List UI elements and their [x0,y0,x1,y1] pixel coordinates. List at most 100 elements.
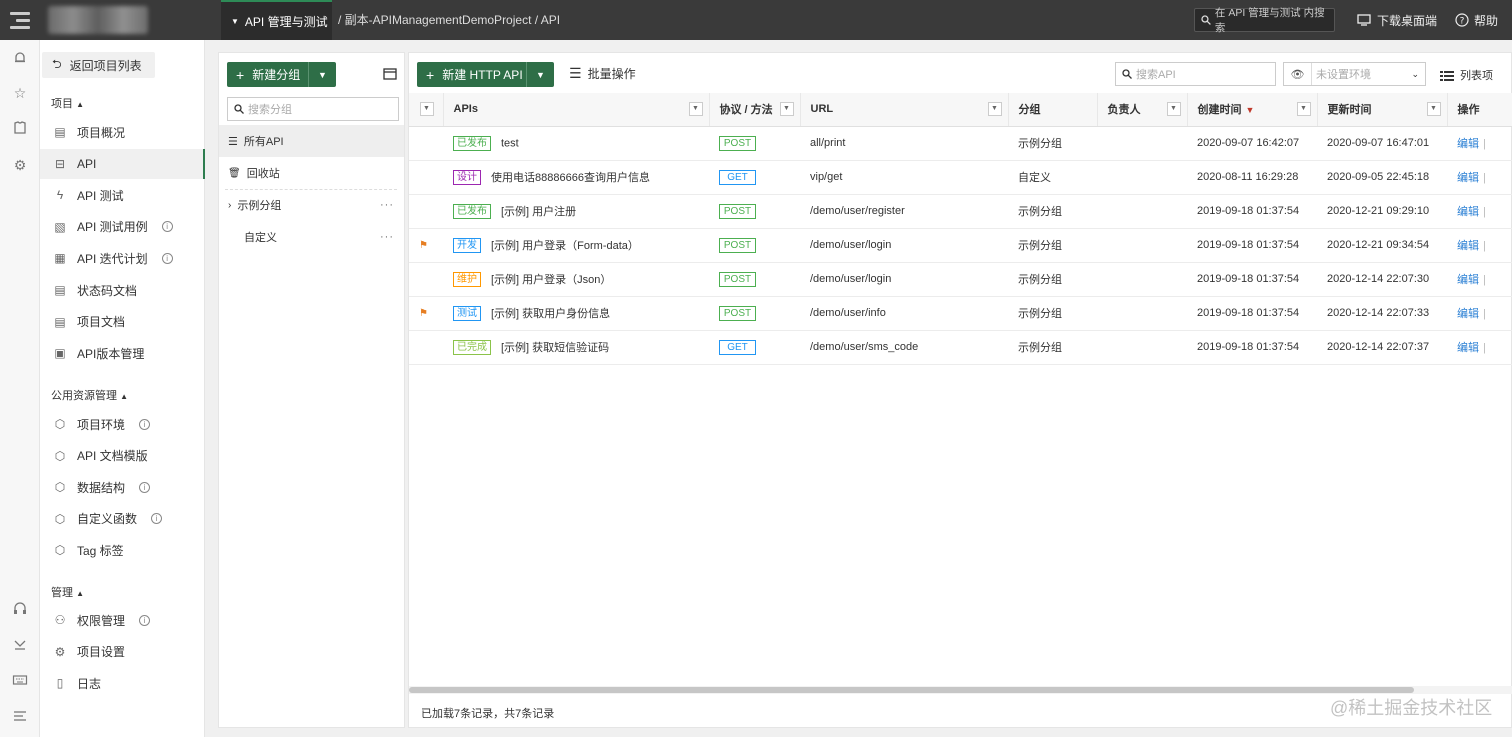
chevron-right-icon[interactable]: › [228,200,231,211]
column-header-owner[interactable]: 负责人 ▼ [1097,93,1188,127]
table-row[interactable]: ⚑ 测试 [示例] 获取用户身份信息 POST/demo/user/info 示例分组 2… [409,296,1512,331]
menu-icon[interactable] [11,708,29,726]
flag-icon[interactable]: ⚑ [419,240,428,251]
edit-link[interactable]: 编辑 [1457,274,1479,286]
api-name-cell[interactable]: 开发 [示例] 用户登录（Form-data） [443,228,709,263]
nav-item[interactable]: ⬡ API 文档模版 [40,441,205,471]
group-item-trash[interactable]: 🗑 回收站 [219,157,404,189]
edit-link[interactable]: 编辑 [1457,240,1479,252]
api-name[interactable]: [示例] 获取短信验证码 [501,342,609,354]
table-row[interactable]: ⚑ 开发 [示例] 用户登录（Form-data） POST/demo/user/lo… [409,228,1512,263]
api-name[interactable]: [示例] 用户登录（Json） [491,274,611,286]
nav-item[interactable]: ⚙ 项目设置 [40,637,205,667]
more-icon[interactable]: ··· [380,231,394,243]
nav-item[interactable]: ⬡ 数据结构 i [40,472,205,502]
info-icon[interactable]: i [151,513,163,525]
api-name-cell[interactable]: 维护 [示例] 用户登录（Json） [443,262,709,297]
api-name[interactable]: [示例] 用户注册 [501,206,576,218]
gear-icon[interactable]: ⚙ [11,156,29,174]
download-desktop-button[interactable]: 下载桌面端 [1357,0,1437,40]
nav-item[interactable]: ϟ API 测试 [40,180,205,210]
api-name[interactable]: test [501,137,519,149]
star-icon[interactable]: ☆ [11,84,29,102]
list-view-button[interactable]: 列表项 [1440,67,1493,83]
column-header-url[interactable]: URL ▼ [800,93,1009,127]
table-row[interactable]: 已发布 test POST all/print 示例分组 2020-09-07 16:42… [409,126,1512,161]
table-row[interactable]: 设计 使用电话88886666查询用户信息 GET vip/get 自定义 2020-08… [409,160,1512,195]
section-project-toggle[interactable]: 项目 ▲ [51,95,84,111]
filter-icon[interactable]: ▼ [688,102,703,116]
global-search-input[interactable]: 在 API 管理与测试 内搜索 [1194,7,1335,34]
nav-item[interactable]: ⬡ 项目环境 i [40,409,205,439]
info-icon[interactable]: i [139,614,151,626]
info-icon[interactable]: i [161,252,173,264]
section-manage-toggle[interactable]: 管理 ▲ [51,584,84,600]
batch-operations-button[interactable]: ☰ 批量操作 [569,65,636,82]
api-name[interactable]: [示例] 获取用户身份信息 [491,308,610,320]
info-icon[interactable]: i [139,418,151,430]
app-logo-icon[interactable] [0,0,40,40]
filter-icon[interactable]: ▼ [987,102,1002,116]
chevron-down-icon[interactable]: ▼ [526,62,554,87]
nav-item[interactable]: ▯ 日志 [40,668,205,698]
api-search-input[interactable]: 搜索API [1115,62,1276,86]
group-item-all[interactable]: ☰ 所有API [219,125,404,157]
filter-icon[interactable]: ▼ [779,102,794,116]
more-icon[interactable]: ··· [380,199,394,211]
api-name-cell[interactable]: 测试 [示例] 获取用户身份信息 [443,296,709,331]
sort-desc-icon[interactable]: ▼ [1246,105,1255,115]
help-button[interactable]: ? 帮助 [1455,0,1498,40]
column-header-group[interactable]: 分组 [1008,93,1098,127]
column-header-apis[interactable]: APIs ▼ [443,93,710,127]
nav-item[interactable]: ▣ API版本管理 [40,338,205,368]
api-name-cell[interactable]: 已完成 [示例] 获取短信验证码 [443,330,709,365]
new-group-button[interactable]: + 新建分组 ▼ [227,62,336,87]
edit-link[interactable]: 编辑 [1457,308,1479,320]
layout-toggle-icon[interactable] [383,68,397,83]
nav-item[interactable]: ▦ API 迭代计划 i [40,243,205,273]
bell-icon[interactable] [11,50,29,68]
api-name[interactable]: [示例] 用户登录（Form-data） [491,240,639,252]
section-public-toggle[interactable]: 公用资源管理 ▲ [51,387,128,403]
filter-icon[interactable]: ▼ [1426,102,1441,116]
filter-icon[interactable]: ▼ [1296,102,1311,116]
back-to-projects-button[interactable]: ⮌ 返回项目列表 [42,52,155,78]
nav-item[interactable]: ▤ 项目文档 [40,307,205,337]
scrollbar-thumb[interactable] [409,687,1414,693]
table-row[interactable]: 已完成 [示例] 获取短信验证码 GET/demo/user/sms_code 示例分… [409,330,1512,365]
edit-link[interactable]: 编辑 [1457,342,1479,354]
nav-item[interactable]: ⊟ API [40,148,205,179]
column-header-updated[interactable]: 更新时间 ▼ [1317,93,1448,127]
column-filter-select[interactable]: ▼ [409,93,444,127]
environment-select[interactable]: 👁 未设置环境 ⌄ [1283,62,1426,86]
chevron-down-icon[interactable]: ▼ [308,62,336,87]
flag-icon[interactable]: ⚑ [419,308,428,319]
column-header-method[interactable]: 协议 / 方法 ▼ [709,93,801,127]
headset-icon[interactable] [11,600,29,618]
column-header-created[interactable]: 创建时间 ▼ ▼ [1187,93,1318,127]
new-http-api-button[interactable]: + 新建 HTTP API ▼ [417,62,554,87]
nav-item[interactable]: ⬡ 自定义函数 i [40,504,205,534]
info-icon[interactable]: i [139,481,151,493]
eye-icon[interactable]: 👁 [1284,63,1312,85]
nav-item[interactable]: ⬡ Tag 标签 [40,535,205,565]
group-item-custom[interactable]: 自定义 ··· [219,221,404,253]
info-icon[interactable]: i [161,221,173,233]
api-name-cell[interactable]: 设计 使用电话88886666查询用户信息 [443,160,709,195]
group-item-example[interactable]: › 示例分组 ··· [219,189,404,221]
api-name-cell[interactable]: 已发布 [示例] 用户注册 [443,194,709,229]
api-name[interactable]: 使用电话88886666查询用户信息 [491,172,650,184]
shirt-icon[interactable] [11,120,29,138]
filter-icon[interactable]: ▼ [1166,102,1181,116]
collapse-down-icon[interactable] [11,636,29,654]
table-row[interactable]: 已发布 [示例] 用户注册 POST/demo/user/register 示例分组 2… [409,194,1512,229]
edit-link[interactable]: 编辑 [1457,172,1479,184]
keyboard-icon[interactable] [11,672,29,690]
nav-item[interactable]: ▤ 状态码文档 [40,275,205,305]
horizontal-scrollbar[interactable] [409,686,1512,694]
edit-link[interactable]: 编辑 [1457,206,1479,218]
nav-item[interactable]: ▤ 项目概况 [40,117,205,147]
api-name-cell[interactable]: 已发布 test [443,126,709,161]
filter-icon[interactable]: ▼ [419,102,434,116]
nav-item[interactable]: ⚇ 权限管理 i [40,605,205,635]
